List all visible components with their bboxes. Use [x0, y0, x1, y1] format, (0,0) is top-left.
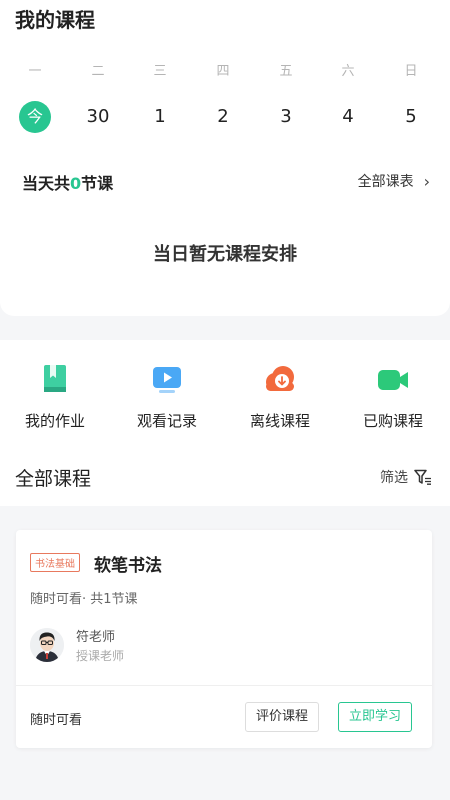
offline-download-icon [262, 362, 298, 398]
course-meta: 随时可看· 共1节课 [30, 592, 138, 607]
shortcut-bar: 我的作业 观看记录 离线课程 已购课程 [0, 340, 450, 440]
course-card[interactable]: 书法基础 软笔书法 随时可看· 共1节课 符老师 授课老师 随时可看 评价课程 … [16, 530, 432, 748]
review-course-button[interactable]: 评价课程 [245, 702, 320, 732]
course-tag: 书法基础 [30, 553, 80, 572]
teacher-text: 符老师 授课老师 [76, 626, 124, 664]
filter-label: 筛选 [380, 470, 408, 486]
weekday-label: 四 [216, 64, 230, 79]
video-camera-icon [375, 362, 411, 398]
shortcut-homework[interactable]: 我的作业 [15, 362, 95, 431]
shortcut-offline-course[interactable]: 离线课程 [240, 362, 320, 431]
lesson-count: 0 [70, 174, 82, 193]
all-schedule-label: 全部课表 [357, 174, 414, 190]
empty-schedule-text: 当日暂无课程安排 [153, 244, 297, 265]
weekday-label: 五 [279, 64, 293, 79]
date-item[interactable]: 1 [140, 100, 180, 134]
weekday-label: 日 [404, 64, 418, 79]
weekday-label: 二 [91, 64, 105, 79]
shortcut-label: 已购课程 [362, 412, 423, 430]
all-courses-header: 全部课程 筛选 [0, 440, 450, 506]
summary-suffix: 节课 [81, 174, 114, 193]
avatar [30, 628, 64, 662]
course-name: 软笔书法 [94, 556, 162, 576]
watch-history-icon [149, 362, 185, 398]
shortcut-purchased-course[interactable]: 已购课程 [353, 362, 433, 431]
date-item[interactable]: 30 [78, 100, 118, 134]
all-schedule-link[interactable]: 全部课表 › [358, 171, 430, 191]
shortcut-label: 我的作业 [24, 412, 85, 430]
date-today[interactable]: 今 [15, 100, 55, 134]
chevron-right-icon: › [423, 171, 430, 191]
schedule-card: 我的课程 一 二 三 四 五 六 日 今 30 1 2 3 4 5 当天共0节课… [0, 0, 450, 316]
weekday-label: 三 [153, 64, 167, 79]
teacher-name: 符老师 [76, 630, 116, 645]
start-study-button[interactable]: 立即学习 [338, 702, 413, 732]
shortcut-watch-history[interactable]: 观看记录 [127, 362, 207, 431]
weekday-row: 一 二 三 四 五 六 日 [0, 60, 450, 80]
teacher-info: 符老师 授课老师 [30, 626, 124, 664]
shortcut-label: 离线课程 [249, 412, 310, 430]
date-item[interactable]: 5 [391, 100, 431, 134]
today-label: 今 [19, 101, 51, 133]
homework-book-icon [37, 362, 73, 398]
weekday-label: 一 [28, 64, 42, 79]
date-item[interactable]: 3 [266, 100, 306, 134]
date-item[interactable]: 2 [203, 100, 243, 134]
weekday-label: 六 [341, 64, 355, 79]
section-title: 全部课程 [15, 468, 92, 490]
shortcut-label: 观看记录 [136, 412, 197, 430]
page-title: 我的课程 [15, 8, 95, 32]
summary-prefix: 当天共 [22, 174, 71, 193]
course-access-text: 随时可看 [30, 713, 83, 728]
day-lesson-count: 当天共0节课 [22, 170, 113, 194]
date-row: 今 30 1 2 3 4 5 [0, 100, 450, 134]
date-item[interactable]: 4 [328, 100, 368, 134]
filter-button[interactable]: 筛选 [380, 467, 432, 487]
filter-icon [414, 469, 431, 485]
divider [16, 685, 432, 686]
teacher-role: 授课老师 [76, 649, 125, 663]
